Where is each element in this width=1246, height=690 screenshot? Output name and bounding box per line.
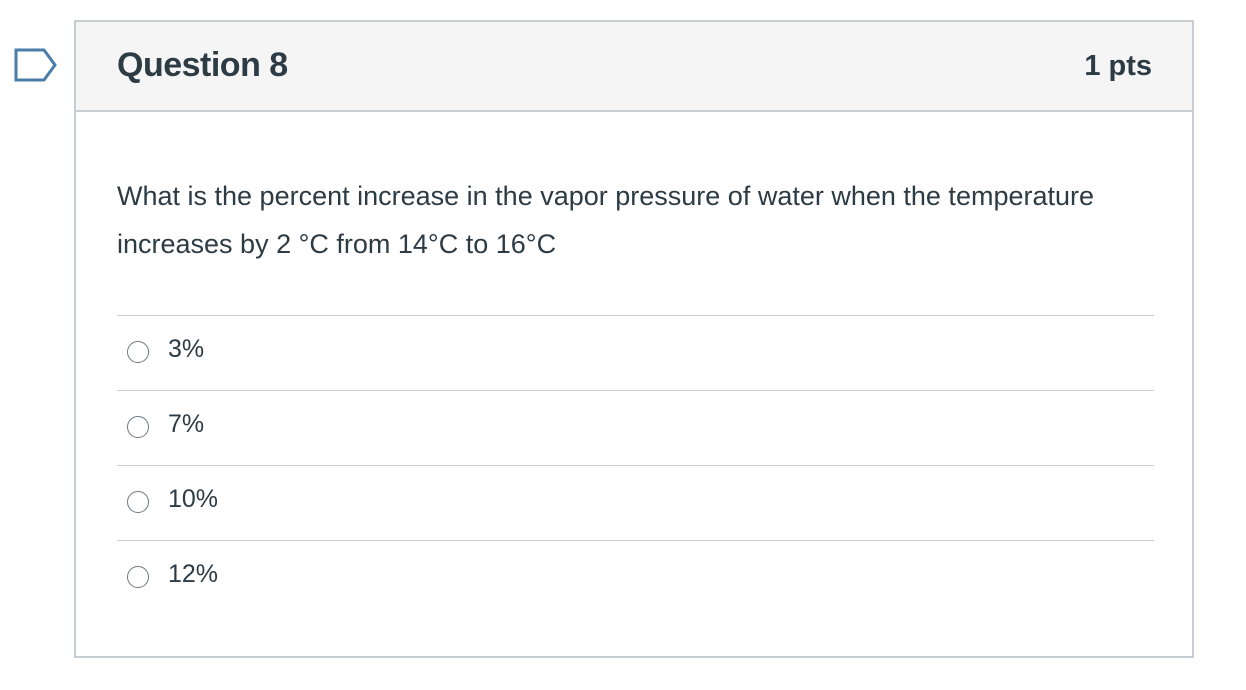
- flag-question-icon[interactable]: [14, 47, 58, 83]
- answer-label[interactable]: 3%: [168, 335, 204, 364]
- answer-option-4[interactable]: 12%: [117, 540, 1154, 615]
- answer-option-1[interactable]: 3%: [117, 315, 1154, 390]
- radio-button-icon[interactable]: [127, 491, 149, 513]
- question-title: Question 8: [117, 46, 288, 84]
- answer-label[interactable]: 12%: [168, 560, 218, 589]
- radio-button-icon[interactable]: [127, 341, 149, 363]
- radio-button-icon[interactable]: [127, 416, 149, 438]
- radio-button-icon[interactable]: [127, 566, 149, 588]
- answer-option-2[interactable]: 7%: [117, 390, 1154, 465]
- answer-option-3[interactable]: 10%: [117, 465, 1154, 540]
- answer-label[interactable]: 7%: [168, 410, 204, 439]
- question-points: 1 pts: [1084, 50, 1152, 82]
- question-text: What is the percent increase in the vapo…: [117, 181, 1095, 259]
- question-header: Question 8 1 pts: [76, 22, 1192, 112]
- answer-list: 3% 7% 10% 12%: [117, 315, 1154, 615]
- question-card: Question 8 1 pts What is the percent inc…: [74, 20, 1194, 658]
- answer-label[interactable]: 10%: [168, 485, 218, 514]
